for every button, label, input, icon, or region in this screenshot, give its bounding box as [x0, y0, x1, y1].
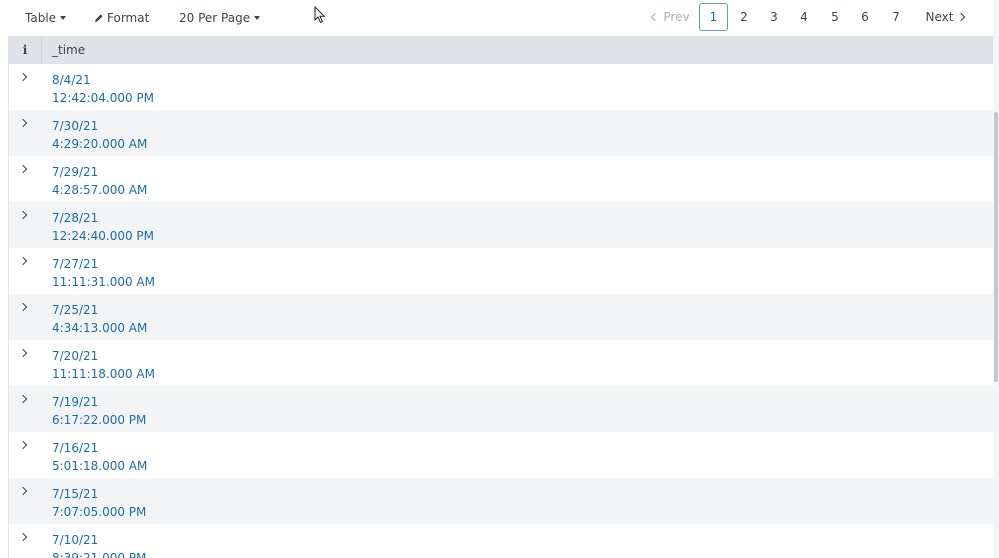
mouse-cursor-icon	[314, 6, 326, 24]
time-cell-date: 7/20/21	[52, 349, 99, 363]
row-expand-button[interactable]	[9, 110, 41, 156]
results-toolbar: Table Format 20 Per Page Prev 1 2 3 4 5 …	[0, 0, 993, 36]
row-expand-button[interactable]	[9, 386, 41, 432]
row-expand-button[interactable]	[9, 478, 41, 524]
time-cell[interactable]: 7/29/21 4:28:57.000 AM	[52, 163, 147, 199]
chevron-right-icon	[18, 486, 28, 496]
format-button[interactable]: Format	[94, 9, 149, 27]
time-cell-time: 4:29:20.000 AM	[52, 137, 148, 151]
row-expand-button[interactable]	[9, 248, 41, 294]
table-row: 7/30/21 4:29:20.000 AM	[9, 110, 994, 156]
time-cell[interactable]: 7/30/21 4:29:20.000 AM	[52, 117, 147, 153]
time-cell[interactable]: 7/15/21 7:07:05.000 PM	[52, 485, 146, 521]
prev-page-button[interactable]: Prev	[648, 3, 694, 31]
chevron-right-icon	[18, 440, 28, 450]
pagination: Prev 1 2 3 4 5 6 7 Next	[644, 3, 974, 31]
chevron-right-icon	[18, 394, 28, 404]
time-cell-date: 7/16/21	[52, 441, 99, 455]
chevron-left-icon	[651, 12, 660, 22]
row-expand-button[interactable]	[9, 524, 41, 558]
table-view-label: Table	[25, 11, 57, 25]
caret-down-icon	[60, 16, 67, 20]
table-row: 7/25/21 4:34:13.000 AM	[9, 294, 994, 340]
time-cell-date: 8/4/21	[52, 73, 91, 87]
table-row: 7/16/21 5:01:18.000 AM	[9, 432, 994, 478]
per-page-label: 20 Per Page	[179, 11, 251, 25]
time-cell-time: 12:24:40.000 PM	[52, 229, 155, 243]
time-cell-date: 7/27/21	[52, 257, 99, 271]
scrollbar-thumb[interactable]	[994, 112, 998, 382]
time-cell[interactable]: 7/20/21 11:11:18.000 AM	[52, 347, 155, 383]
pencil-icon	[95, 14, 103, 22]
page-1-button[interactable]: 1	[699, 3, 728, 31]
prev-label: Prev	[663, 10, 690, 24]
time-cell-date: 7/10/21	[52, 533, 99, 547]
time-column-header[interactable]: _time	[52, 36, 85, 64]
page-4-button[interactable]: 4	[795, 3, 813, 31]
chevron-right-icon	[18, 210, 28, 220]
row-expand-button[interactable]	[9, 64, 41, 110]
chevron-right-icon	[18, 302, 28, 312]
caret-down-icon	[254, 16, 261, 20]
time-cell-time: 5:01:18.000 AM	[52, 459, 148, 473]
chevron-right-icon	[18, 532, 28, 542]
chevron-right-icon	[18, 348, 28, 358]
time-cell-date: 7/29/21	[52, 165, 99, 179]
table-view-dropdown[interactable]: Table	[25, 9, 67, 27]
table-row: 7/19/21 6:17:22.000 PM	[9, 386, 994, 432]
time-cell[interactable]: 7/19/21 6:17:22.000 PM	[52, 393, 146, 429]
time-cell-time: 11:11:18.000 AM	[52, 367, 155, 381]
time-cell[interactable]: 7/25/21 4:34:13.000 AM	[52, 301, 147, 337]
time-cell-time: 4:28:57.000 AM	[52, 183, 148, 197]
chevron-right-icon	[18, 72, 28, 82]
time-cell[interactable]: 7/27/21 11:11:31.000 AM	[52, 255, 155, 291]
results-page: Table Format 20 Per Page Prev 1 2 3 4 5 …	[0, 0, 999, 558]
time-cell-time: 8:39:21.000 PM	[52, 551, 147, 558]
row-expand-button[interactable]	[9, 432, 41, 478]
table-row: 8/4/21 12:42:04.000 PM	[9, 64, 994, 110]
row-expand-button[interactable]	[9, 156, 41, 202]
time-cell-date: 7/19/21	[52, 395, 99, 409]
table-row: 7/29/21 4:28:57.000 AM	[9, 156, 994, 202]
time-cell-date: 7/28/21	[52, 211, 99, 225]
next-label: Next	[925, 10, 954, 24]
time-cell[interactable]: 7/28/21 12:24:40.000 PM	[52, 209, 154, 245]
table-row: 7/15/21 7:07:05.000 PM	[9, 478, 994, 524]
page-6-button[interactable]: 6	[856, 3, 874, 31]
page-3-button[interactable]: 3	[765, 3, 783, 31]
time-cell-time: 4:34:13.000 AM	[52, 321, 148, 335]
time-cell-date: 7/25/21	[52, 303, 99, 317]
time-cell-time: 12:42:04.000 PM	[52, 91, 155, 105]
chevron-right-icon	[18, 118, 28, 128]
next-page-button[interactable]: Next	[924, 3, 966, 31]
table-row: 7/10/21 8:39:21.000 PM	[9, 524, 994, 558]
page-2-button[interactable]: 2	[735, 3, 753, 31]
chevron-right-icon	[18, 256, 28, 266]
per-page-dropdown[interactable]: 20 Per Page	[179, 9, 261, 27]
time-cell-time: 6:17:22.000 PM	[52, 413, 147, 427]
time-cell-date: 7/15/21	[52, 487, 99, 501]
time-cell[interactable]: 7/10/21 8:39:21.000 PM	[52, 531, 146, 558]
row-expand-button[interactable]	[9, 340, 41, 386]
page-5-button[interactable]: 5	[826, 3, 844, 31]
time-cell-time: 11:11:31.000 AM	[52, 275, 155, 289]
format-label: Format	[107, 11, 150, 25]
chevron-right-icon	[957, 12, 966, 22]
table-header-row: i _time	[9, 36, 994, 64]
page-7-button[interactable]: 7	[887, 3, 905, 31]
results-table: i _time 8/4/21 12:42:04.000 PM 7/30/21 4:29…	[8, 36, 994, 558]
time-cell-time: 7:07:05.000 PM	[52, 505, 147, 519]
row-expand-button[interactable]	[9, 294, 41, 340]
time-cell-date: 7/30/21	[52, 119, 99, 133]
time-cell[interactable]: 7/16/21 5:01:18.000 AM	[52, 439, 147, 475]
row-expand-button[interactable]	[9, 202, 41, 248]
chevron-right-icon	[18, 164, 28, 174]
table-row: 7/28/21 12:24:40.000 PM	[9, 202, 994, 248]
table-row: 7/27/21 11:11:31.000 AM	[9, 248, 994, 294]
table-row: 7/20/21 11:11:18.000 AM	[9, 340, 994, 386]
info-column-header: i	[9, 36, 42, 64]
time-cell[interactable]: 8/4/21 12:42:04.000 PM	[52, 71, 154, 107]
